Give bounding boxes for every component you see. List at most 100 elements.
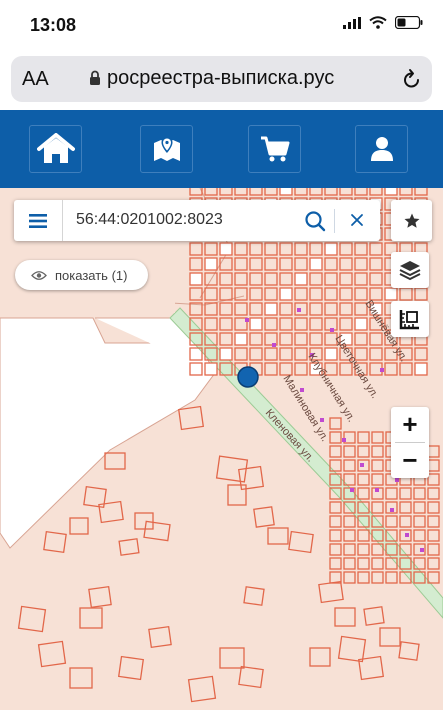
parcel[interactable] bbox=[294, 257, 308, 271]
parcel[interactable] bbox=[249, 257, 263, 271]
parcel[interactable] bbox=[69, 517, 89, 535]
address-pill[interactable]: AA росреестра-выписка.рус bbox=[11, 56, 432, 102]
parcel[interactable] bbox=[324, 347, 338, 361]
parcel[interactable] bbox=[43, 530, 67, 554]
parcel[interactable] bbox=[354, 317, 368, 331]
parcel[interactable] bbox=[204, 317, 218, 331]
parcel[interactable] bbox=[204, 242, 218, 256]
parcel[interactable] bbox=[219, 647, 245, 669]
parcel[interactable] bbox=[279, 332, 293, 346]
parcel[interactable] bbox=[329, 431, 342, 444]
parcel[interactable] bbox=[294, 272, 308, 286]
parcel[interactable] bbox=[399, 362, 413, 376]
parcel[interactable] bbox=[264, 287, 278, 301]
parcel[interactable] bbox=[249, 242, 263, 256]
parcel[interactable] bbox=[204, 188, 218, 196]
parcel[interactable] bbox=[371, 431, 384, 444]
parcel[interactable] bbox=[234, 257, 248, 271]
parcel[interactable] bbox=[324, 257, 338, 271]
parcel[interactable] bbox=[371, 501, 384, 514]
parcel[interactable] bbox=[189, 287, 203, 301]
show-results-button[interactable]: показать (1) bbox=[15, 260, 148, 290]
parcel[interactable] bbox=[187, 675, 217, 703]
parcel[interactable] bbox=[354, 272, 368, 286]
parcel[interactable] bbox=[264, 302, 278, 316]
parcel[interactable] bbox=[219, 257, 233, 271]
parcel[interactable] bbox=[264, 317, 278, 331]
parcel[interactable] bbox=[329, 529, 342, 542]
parcel[interactable] bbox=[414, 188, 428, 196]
parcel[interactable] bbox=[204, 287, 218, 301]
parcel[interactable] bbox=[143, 520, 171, 542]
parcel[interactable] bbox=[339, 257, 353, 271]
parcel[interactable] bbox=[249, 317, 263, 331]
parcel[interactable] bbox=[385, 515, 398, 528]
parcel[interactable] bbox=[288, 530, 314, 554]
nav-account-button[interactable] bbox=[355, 125, 408, 173]
parcel[interactable] bbox=[414, 347, 428, 361]
parcel[interactable] bbox=[219, 287, 233, 301]
search-input[interactable] bbox=[76, 208, 296, 232]
parcel[interactable] bbox=[324, 188, 338, 196]
parcel[interactable] bbox=[414, 362, 428, 376]
search-icon[interactable] bbox=[304, 210, 326, 232]
parcel[interactable] bbox=[189, 272, 203, 286]
parcel[interactable] bbox=[237, 465, 265, 491]
parcel[interactable] bbox=[204, 257, 218, 271]
parcel[interactable] bbox=[357, 529, 370, 542]
parcel[interactable] bbox=[384, 362, 398, 376]
parcel[interactable] bbox=[309, 647, 331, 667]
parcel[interactable] bbox=[219, 302, 233, 316]
parcel[interactable] bbox=[427, 445, 440, 458]
parcel[interactable] bbox=[357, 543, 370, 556]
parcel[interactable] bbox=[219, 242, 233, 256]
parcel[interactable] bbox=[264, 242, 278, 256]
parcel[interactable] bbox=[385, 487, 398, 500]
parcel[interactable] bbox=[427, 487, 440, 500]
parcel[interactable] bbox=[279, 272, 293, 286]
parcel[interactable] bbox=[343, 445, 356, 458]
parcel[interactable] bbox=[279, 188, 293, 196]
parcel[interactable] bbox=[294, 287, 308, 301]
parcel[interactable] bbox=[354, 257, 368, 271]
parcel[interactable] bbox=[219, 272, 233, 286]
parcel[interactable] bbox=[427, 529, 440, 542]
parcel[interactable] bbox=[413, 515, 426, 528]
zoom-out-button[interactable]: − bbox=[391, 443, 429, 478]
parcel[interactable] bbox=[134, 512, 154, 530]
parcel[interactable] bbox=[249, 302, 263, 316]
parcel[interactable] bbox=[219, 188, 233, 196]
parcel[interactable] bbox=[294, 317, 308, 331]
text-size-button[interactable]: AA bbox=[22, 68, 49, 91]
parcel[interactable] bbox=[427, 515, 440, 528]
parcel[interactable] bbox=[294, 188, 308, 196]
parcel[interactable] bbox=[339, 272, 353, 286]
parcel[interactable] bbox=[427, 501, 440, 514]
parcel[interactable] bbox=[343, 543, 356, 556]
parcel[interactable] bbox=[219, 332, 233, 346]
parcel[interactable] bbox=[357, 473, 370, 486]
parcel[interactable] bbox=[238, 665, 264, 689]
parcel[interactable] bbox=[227, 484, 247, 506]
parcel[interactable] bbox=[98, 500, 124, 524]
parcel[interactable] bbox=[118, 538, 140, 556]
parcel[interactable] bbox=[234, 347, 248, 361]
parcel[interactable] bbox=[371, 473, 384, 486]
parcel[interactable] bbox=[69, 667, 93, 689]
parcel[interactable] bbox=[339, 287, 353, 301]
parcel[interactable] bbox=[414, 287, 428, 301]
parcel[interactable] bbox=[384, 188, 398, 196]
parcel[interactable] bbox=[399, 287, 413, 301]
parcel[interactable] bbox=[79, 607, 103, 629]
parcel[interactable] bbox=[339, 188, 353, 196]
layers-button[interactable] bbox=[391, 252, 429, 288]
parcel[interactable] bbox=[318, 580, 344, 604]
parcel[interactable] bbox=[279, 287, 293, 301]
parcel[interactable] bbox=[234, 188, 248, 196]
parcel[interactable] bbox=[148, 625, 172, 649]
parcel[interactable] bbox=[379, 627, 401, 647]
parcel[interactable] bbox=[343, 529, 356, 542]
parcel[interactable] bbox=[104, 452, 126, 470]
parcel[interactable] bbox=[264, 272, 278, 286]
parcel[interactable] bbox=[324, 302, 338, 316]
